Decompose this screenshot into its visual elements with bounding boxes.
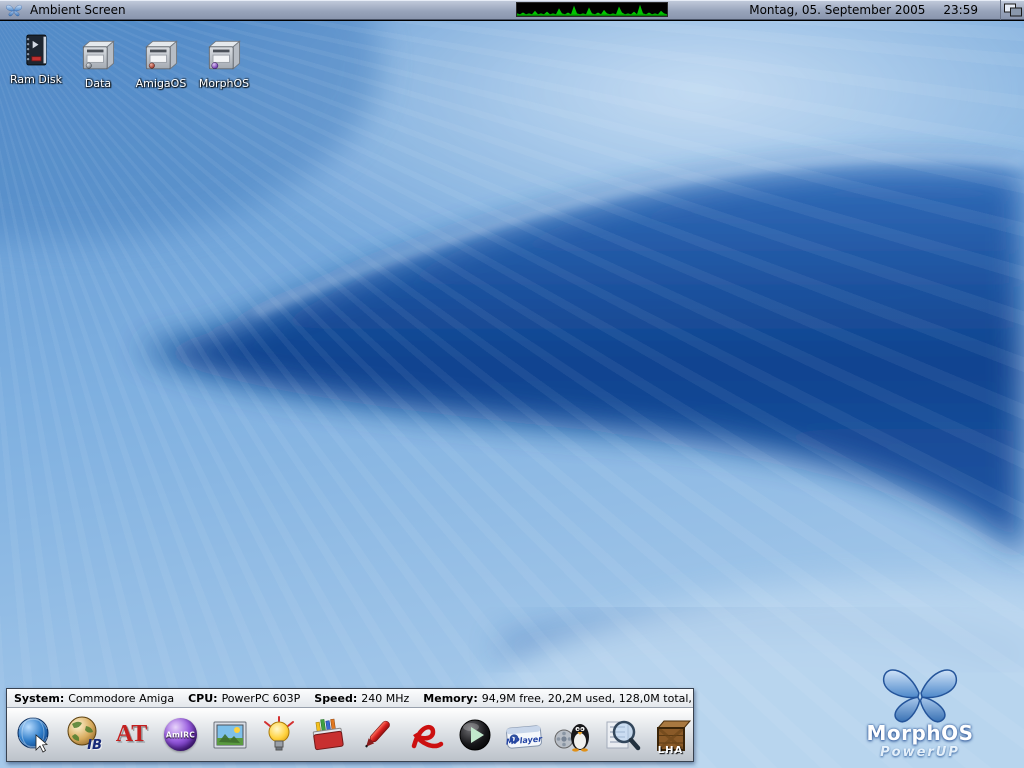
crayon-box-icon bbox=[308, 715, 348, 755]
disk-drive-icon bbox=[139, 31, 183, 75]
logo-subtitle: PowerUP bbox=[880, 745, 960, 760]
morphos-ambient-screen: Ambient Screen Montag, 05. September 200… bbox=[0, 0, 1024, 768]
desktop-icon-label: AmigaOS bbox=[136, 77, 187, 90]
amirc-label: AmIRC bbox=[166, 730, 195, 739]
application-dock: IB AT AmIRC bbox=[7, 708, 693, 761]
disk-drive-icon bbox=[76, 31, 120, 75]
desktop: Ram Disk Data bbox=[0, 21, 1024, 768]
speed-label: Speed: bbox=[314, 692, 357, 705]
red-pen-icon bbox=[357, 715, 397, 755]
dock-item-red-pen[interactable] bbox=[353, 711, 400, 758]
globe-browser-icon bbox=[14, 715, 54, 755]
picture-viewer-icon bbox=[210, 715, 250, 755]
disk-drive-icon bbox=[202, 31, 246, 75]
screen-depth-gadget[interactable] bbox=[1000, 0, 1024, 20]
system-info-bar: System: Commodore Amiga CPU: PowerPC 603… bbox=[7, 689, 693, 708]
cpu-value: PowerPC 603P bbox=[222, 692, 301, 705]
morphos-powerup-logo: MorphOS PowerUP bbox=[850, 661, 990, 760]
dock-item-pdf-reader[interactable] bbox=[402, 711, 449, 758]
ibrowse-label: IB bbox=[87, 738, 102, 753]
butterfly-logo-icon bbox=[874, 661, 966, 725]
dock-item-picture-viewer[interactable] bbox=[206, 711, 253, 758]
play-button-icon bbox=[455, 715, 495, 755]
desktop-icon-ram-disk[interactable]: Ram Disk bbox=[6, 27, 66, 86]
pdf-reader-icon bbox=[406, 715, 446, 755]
logo-title: MorphOS bbox=[867, 721, 974, 745]
dock-item-lha-archiver[interactable]: LHA bbox=[647, 711, 694, 758]
ram-disk-icon bbox=[16, 27, 56, 71]
screen-title: Ambient Screen bbox=[30, 3, 126, 17]
morphos-butterfly-icon bbox=[5, 3, 23, 17]
system-info: System: Commodore Amiga bbox=[14, 692, 174, 705]
desktop-icon-amigaos[interactable]: AmigaOS bbox=[131, 31, 191, 90]
speed-value: 240 MHz bbox=[361, 692, 409, 705]
cpu-activity-meter bbox=[516, 2, 668, 17]
depth-gadget-icon bbox=[1003, 2, 1023, 18]
clock-date: Montag, 05. September 2005 bbox=[749, 3, 925, 17]
clock-area: Montag, 05. September 2005 23:59 bbox=[749, 0, 978, 20]
dock-item-light-bulb[interactable] bbox=[255, 711, 302, 758]
dock-item-amirc[interactable]: AmIRC bbox=[157, 711, 204, 758]
system-label: System: bbox=[14, 692, 64, 705]
lha-label: LHA bbox=[658, 745, 683, 756]
desktop-icon-label: MorphOS bbox=[199, 77, 249, 90]
penguin-icon bbox=[553, 715, 593, 755]
cpu-label: CPU: bbox=[188, 692, 217, 705]
desktop-icon-label: Ram Disk bbox=[10, 73, 62, 86]
memory-label: Memory: bbox=[423, 692, 477, 705]
dock-item-magnifier[interactable] bbox=[598, 711, 645, 758]
memory-info: Memory: 94,9M free, 20,2M used, 128,0M t… bbox=[423, 692, 693, 705]
speed-info: Speed: 240 MHz bbox=[314, 692, 409, 705]
dock-item-penguin[interactable] bbox=[549, 711, 596, 758]
dock-item-globe-browser[interactable] bbox=[10, 711, 57, 758]
system-value: Commodore Amiga bbox=[68, 692, 174, 705]
magnifier-icon bbox=[602, 715, 642, 755]
wallpaper bbox=[0, 21, 1024, 768]
dock-item-crayon-box[interactable] bbox=[304, 711, 351, 758]
desktop-icon-label: Data bbox=[85, 77, 111, 90]
screen-titlebar[interactable]: Ambient Screen Montag, 05. September 200… bbox=[0, 0, 1024, 20]
font-letters-icon: AT bbox=[116, 721, 148, 748]
desktop-icon-data[interactable]: Data bbox=[68, 31, 128, 90]
clock-time: 23:59 bbox=[943, 3, 978, 17]
dock-item-ibrowse[interactable]: IB bbox=[59, 711, 106, 758]
desktop-icon-morphos[interactable]: MorphOS bbox=[194, 31, 254, 90]
bottom-panel: System: Commodore Amiga CPU: PowerPC 603… bbox=[6, 688, 694, 762]
dock-item-play-button[interactable] bbox=[451, 711, 498, 758]
dock-item-mplayer[interactable]: MPlayer bbox=[500, 711, 547, 758]
light-bulb-icon bbox=[259, 715, 299, 755]
memory-value: 94,9M free, 20,2M used, 128,0M total, 13… bbox=[482, 692, 693, 705]
cpu-info: CPU: PowerPC 603P bbox=[188, 692, 300, 705]
dock-item-font-letters[interactable]: AT bbox=[108, 711, 155, 758]
